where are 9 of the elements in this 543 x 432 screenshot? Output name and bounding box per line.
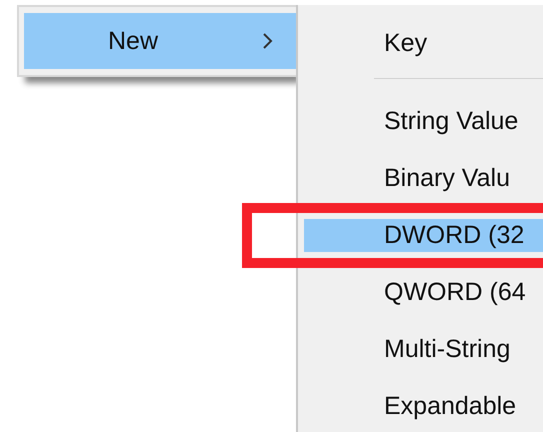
submenu-item[interactable]: Binary Valu — [298, 150, 543, 207]
submenu-item[interactable]: DWORD (32 — [304, 219, 543, 252]
submenu-item[interactable]: QWORD (64 — [298, 264, 543, 321]
submenu-item[interactable]: Expandable — [298, 378, 543, 432]
menu-item[interactable]: New — [24, 13, 296, 69]
menu-item-label: New — [108, 26, 160, 56]
submenu-item[interactable]: Multi-String — [298, 321, 543, 378]
submenu-item[interactable]: Key — [298, 15, 543, 72]
submenu-item[interactable]: String Value — [298, 93, 543, 150]
